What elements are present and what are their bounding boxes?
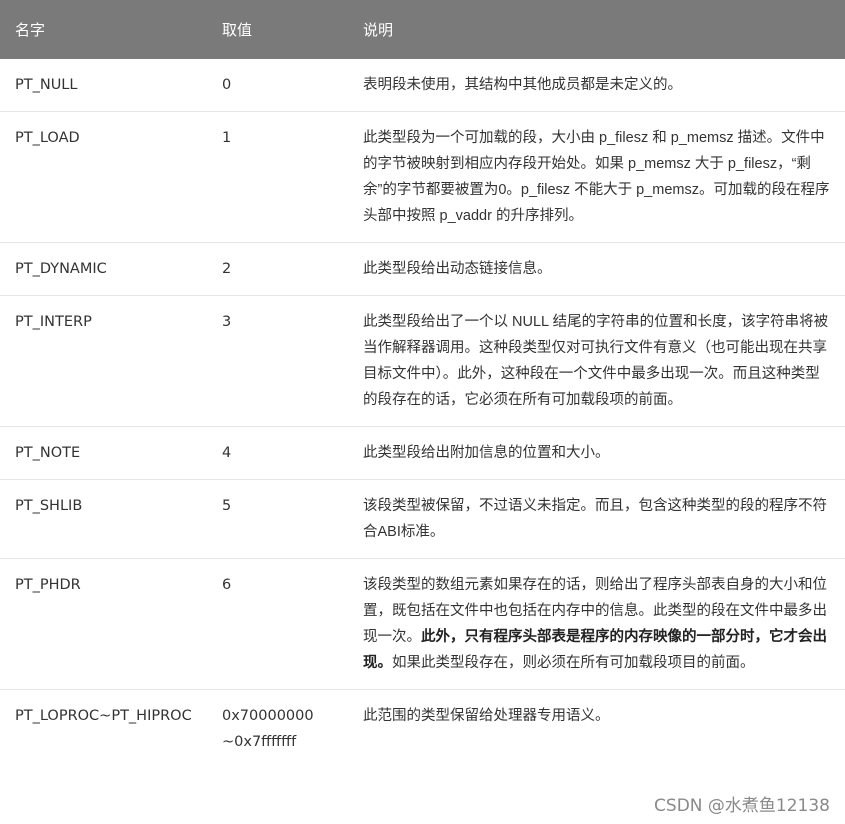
cell-description: 此类型段给出动态链接信息。: [348, 242, 845, 296]
cell-name: PT_NOTE: [0, 426, 207, 480]
description-text: 如果此类型段存在，则必须在所有可加载段项目的前面。: [392, 655, 755, 671]
cell-value: 3: [207, 295, 348, 427]
cell-name: PT_NULL: [0, 59, 207, 112]
table-header-row: 名字 取值 说明: [0, 0, 845, 59]
table-row: PT_DYNAMIC 2 此类型段给出动态链接信息。: [0, 242, 845, 296]
cell-description: 该段类型的数组元素如果存在的话，则给出了程序头部表自身的大小和位置，既包括在文件…: [348, 558, 845, 690]
cell-description: 该段类型被保留，不过语义未指定。而且，包含这种类型的段的程序不符合ABI标准。: [348, 479, 845, 559]
cell-value: 1: [207, 111, 348, 243]
cell-description: 此类型段为一个可加载的段，大小由 p_filesz 和 p_memsz 描述。文…: [348, 111, 845, 243]
header-name: 名字: [0, 0, 207, 59]
cell-name: PT_INTERP: [0, 295, 207, 427]
cell-value: 0x70000000 ~0x7fffffff: [222, 708, 314, 750]
cell-description: 表明段未使用，其结构中其他成员都是未定义的。: [348, 59, 845, 112]
cell-description: 此类型段给出附加信息的位置和大小。: [348, 426, 845, 480]
cell-value: 5: [207, 479, 348, 559]
csdn-watermark: CSDN @水煮鱼12138: [654, 796, 830, 816]
cell-name: PT_DYNAMIC: [0, 242, 207, 296]
cell-value: 6: [207, 558, 348, 690]
description-text: 此类型段给出动态链接信息。: [363, 261, 552, 277]
cell-description: 此类型段给出了一个以 NULL 结尾的字符串的位置和长度，该字符串将被当作解释器…: [348, 295, 845, 427]
table-row: PT_LOPROC~PT_HIPROC 0x70000000 ~0x7fffffff…: [0, 690, 845, 756]
table-row: PT_SHLIB 5 该段类型被保留，不过语义未指定。而且，包含这种类型的段的程序不…: [0, 479, 845, 559]
cell-name: PT_PHDR: [0, 558, 207, 690]
table-row: PT_INTERP 3 此类型段给出了一个以 NULL 结尾的字符串的位置和长度，该…: [0, 295, 845, 427]
cell-description: 此范围的类型保留给处理器专用语义。: [348, 690, 845, 756]
description-text: 此范围的类型保留给处理器专用语义。: [363, 708, 610, 724]
cell-name: PT_LOAD: [0, 111, 207, 243]
cell-value: 2: [207, 242, 348, 296]
description-text: 表明段未使用，其结构中其他成员都是未定义的。: [363, 77, 682, 93]
table-row: PT_NULL 0 表明段未使用，其结构中其他成员都是未定义的。: [0, 59, 845, 112]
table-row: PT_PHDR 6 该段类型的数组元素如果存在的话，则给出了程序头部表自身的大小和位…: [0, 558, 845, 690]
header-description: 说明: [348, 0, 845, 59]
description-text: 此类型段给出了一个以 NULL 结尾的字符串的位置和长度，该字符串将被当作解释器…: [363, 314, 829, 408]
table-row: PT_NOTE 4 此类型段给出附加信息的位置和大小。: [0, 426, 845, 480]
header-value: 取值: [207, 0, 348, 59]
description-text: 此类型段给出附加信息的位置和大小。: [363, 445, 610, 461]
description-text: 此类型段为一个可加载的段，大小由 p_filesz 和 p_memsz 描述。文…: [363, 130, 830, 224]
cell-value: 4: [207, 426, 348, 480]
cell-name: PT_SHLIB: [0, 479, 207, 559]
cell-value: 0: [207, 59, 348, 112]
cell-name: PT_LOPROC~PT_HIPROC: [15, 708, 192, 724]
program-header-type-table: 名字 取值 说明 PT_NULL 0 表明段未使用，其结构中其他成员都是未定义的。 P…: [0, 0, 845, 755]
description-text: 该段类型被保留，不过语义未指定。而且，包含这种类型的段的程序不符合ABI标准。: [363, 498, 827, 540]
table-row: PT_LOAD 1 此类型段为一个可加载的段，大小由 p_filesz 和 p_me…: [0, 111, 845, 243]
